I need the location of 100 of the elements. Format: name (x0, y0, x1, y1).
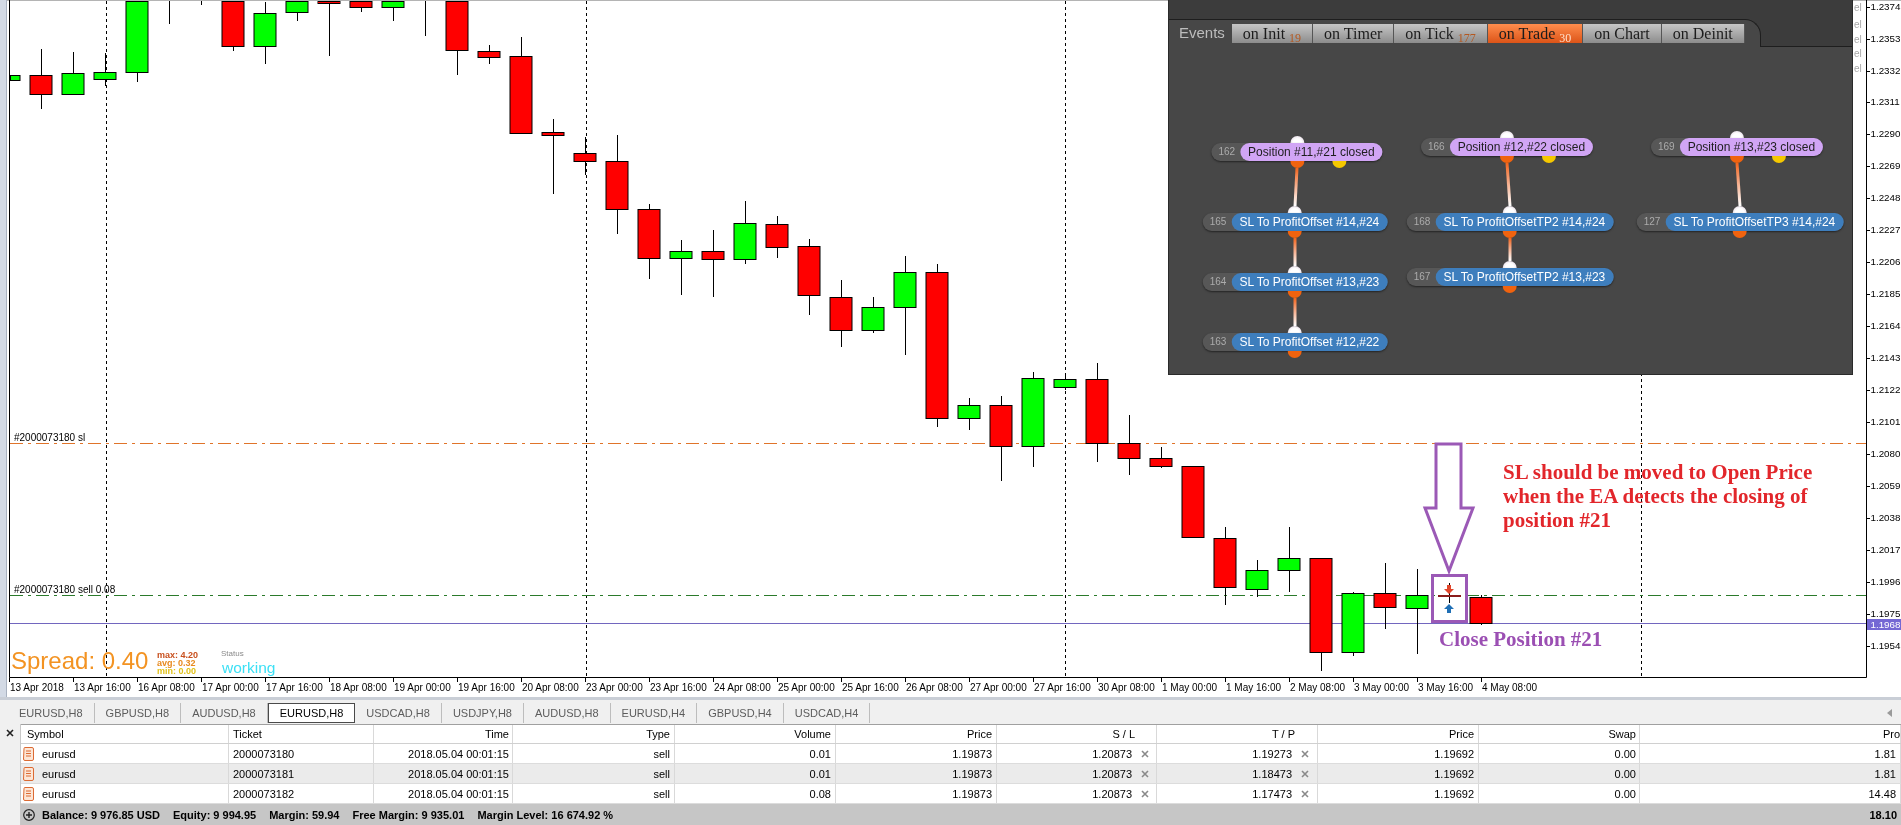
event-tab[interactable]: on Init $_{19}$ (1231, 24, 1314, 43)
event-tab[interactable]: on Chart (1583, 24, 1662, 43)
event-number: 169 (1656, 140, 1676, 154)
column-header[interactable]: Time (374, 725, 513, 743)
candle (29, 48, 53, 110)
event-label[interactable]: SL To ProfitOffsetTP2 #14,#24 (1435, 213, 1614, 231)
column-header[interactable]: Price (836, 725, 997, 743)
table-cell: 2018.05.04 00:01:15 (374, 764, 513, 783)
event-tab[interactable]: on Timer (1313, 24, 1395, 43)
column-header[interactable]: S / L (997, 725, 1157, 743)
event-tab[interactable]: on Deinit (1661, 24, 1745, 43)
chart-tab[interactable]: USDCAD,H8 (355, 703, 442, 723)
connector-line (1293, 167, 1299, 207)
table-cell: 1.20873 (1092, 767, 1132, 780)
event-node[interactable]: 162 Position #11,#21 closed (1211, 143, 1383, 161)
connector-line (1505, 162, 1512, 207)
chart-tab[interactable]: AUDUSD,H8 (524, 703, 611, 723)
time-label: 17 Apr 16:00 (266, 682, 323, 693)
account-summary: Margin Level: 16 674.92 % (477, 808, 614, 821)
event-node[interactable]: 127 SL To ProfitOffsetTP3 #14,#24 (1636, 213, 1844, 231)
table-cell: 2000073182 (229, 784, 374, 803)
candle (765, 215, 789, 259)
event-node[interactable]: 167 SL To ProfitOffsetTP2 #13,#23 (1406, 268, 1614, 286)
column-header[interactable]: Symbol (21, 725, 229, 743)
covered-label: el (1854, 1, 1862, 13)
table-cell: sell (513, 784, 675, 803)
event-node[interactable]: 164 SL To ProfitOffset #13,#23 (1202, 273, 1388, 291)
event-number: 127 (1642, 215, 1662, 229)
event-label[interactable]: SL To ProfitOffsetTP2 #13,#23 (1435, 268, 1614, 286)
event-tab[interactable]: on Tick $_{177}$ (1394, 24, 1488, 43)
column-header[interactable]: Price (1318, 725, 1479, 743)
table-cell: eurusd (42, 747, 76, 760)
time-label: 25 Apr 16:00 (842, 682, 899, 693)
event-label[interactable]: SL To ProfitOffset #12,#22 (1231, 333, 1388, 351)
close-icon[interactable] (6, 729, 14, 737)
event-label[interactable]: Position #13,#23 closed (1679, 138, 1824, 156)
column-header[interactable]: Volume (675, 725, 836, 743)
event-number: 165 (1208, 215, 1228, 229)
event-tab[interactable]: on Trade $_{30}$ (1487, 24, 1584, 43)
event-number: 166 (1426, 140, 1446, 154)
event-label[interactable]: SL To ProfitOffsetTP3 #14,#24 (1665, 213, 1844, 231)
caret-left-icon[interactable] (1887, 709, 1892, 717)
output-port-icon (1288, 231, 1302, 238)
chart-tab[interactable]: USDCAD,H4 (783, 703, 871, 723)
event-node[interactable]: 165 SL To ProfitOffset #14,#24 (1202, 213, 1388, 231)
table-cell: 1.18473 (1252, 767, 1292, 780)
time-label: 26 Apr 08:00 (906, 682, 963, 693)
event-number: 163 (1208, 335, 1228, 349)
chart-tab[interactable]: EURUSD,H4 (610, 703, 698, 723)
time-label: 2 May 08:00 (1290, 682, 1346, 693)
output-port-icon (1730, 156, 1744, 163)
input-port-icon (1503, 261, 1517, 268)
table-cell: 2018.05.04 00:01:15 (374, 784, 513, 803)
column-header[interactable]: Type (513, 725, 675, 743)
event-label[interactable]: SL To ProfitOffset #13,#23 (1231, 273, 1388, 291)
event-label[interactable]: Position #12,#22 closed (1449, 138, 1594, 156)
up-arrow-icon (1444, 604, 1454, 613)
table-cell: 0.08 (675, 784, 836, 803)
event-node[interactable]: 163 SL To ProfitOffset #12,#22 (1202, 333, 1388, 351)
spread-stat: min: 0.00 (157, 667, 197, 675)
chart-tab[interactable]: GBPUSD,H4 (697, 703, 784, 723)
table-cell: 0.00 (1479, 764, 1640, 783)
chart-tab[interactable]: USDJPY,H8 (441, 703, 524, 723)
covered-label: el (1854, 18, 1862, 30)
table-cell: 1.19273 (1252, 747, 1292, 760)
account-summary: Balance: 9 976.85 USD (42, 808, 160, 821)
price-label: 1.2101 (1870, 415, 1901, 427)
down-arrow-icon (1444, 585, 1454, 594)
candle (477, 44, 501, 65)
price-label: 1.2017 (1870, 543, 1901, 555)
time-label: 23 Apr 16:00 (650, 682, 707, 693)
price-label: 1.2353 (1870, 32, 1901, 44)
document-icon (23, 786, 34, 801)
table-cell: 0.00 (1479, 744, 1640, 763)
event-node[interactable]: 169 Position #13,#23 closed (1650, 138, 1824, 156)
candle (285, 0, 309, 22)
time-label: 16 Apr 08:00 (138, 682, 195, 693)
column-header[interactable]: Ticket (229, 725, 374, 743)
time-label: 27 Apr 00:00 (970, 682, 1027, 693)
price-label: 1.2143 (1870, 352, 1901, 364)
candle (1438, 582, 1461, 604)
event-label[interactable]: Position #11,#21 closed (1240, 143, 1383, 161)
line-label: #2000073180 sell 0.08 (14, 584, 116, 595)
price-label: 1.2227 (1870, 224, 1901, 236)
column-header[interactable]: Swap (1479, 725, 1640, 743)
chart-tab[interactable]: EURUSD,H8 (267, 703, 356, 723)
spread-value: Spread: 0.40 (11, 647, 149, 674)
event-node[interactable]: 166 Position #12,#22 closed (1420, 138, 1594, 156)
chart-tab[interactable]: EURUSD,H8 (8, 703, 95, 723)
status-value: working (222, 659, 276, 677)
column-header[interactable]: Pro (1640, 725, 1901, 743)
plus-circle-icon[interactable] (23, 808, 35, 821)
event-node[interactable]: 168 SL To ProfitOffsetTP2 #14,#24 (1406, 213, 1614, 231)
line-label: #2000073180 sl (14, 432, 86, 443)
input-port-icon (1290, 136, 1304, 143)
chart-tab[interactable]: AUDUSD,H8 (181, 703, 268, 723)
time-label: 25 Apr 00:00 (778, 682, 835, 693)
column-header[interactable]: T / P (1157, 725, 1318, 743)
chart-tab[interactable]: GBPUSD,H8 (94, 703, 182, 723)
event-label[interactable]: SL To ProfitOffset #14,#24 (1231, 213, 1388, 231)
